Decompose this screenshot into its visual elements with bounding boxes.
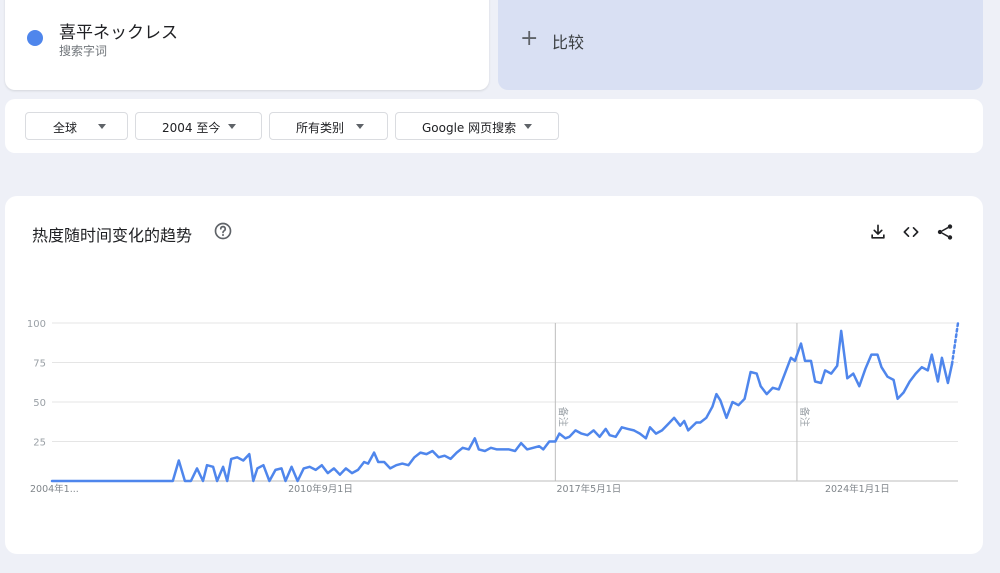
filter-bar: 全球 2004 至今 所有类别 Google 网页搜索	[5, 99, 983, 153]
interest-over-time-card: 热度随时间变化的趋势 100 75 50 25 备注 备注 2004年1... 2010年9月…	[5, 196, 983, 554]
filter-search-type[interactable]: Google 网页搜索	[395, 112, 559, 140]
x-tick-label: 2024年1月1日	[825, 483, 890, 495]
filter-category-label: 所有类别	[296, 121, 345, 135]
search-term-name[interactable]: 喜平ネックレス	[59, 18, 178, 43]
caret-down-icon	[524, 124, 532, 129]
search-term-type: 搜索字词	[59, 44, 108, 58]
x-tick-label: 2010年9月1日	[288, 483, 353, 495]
caret-down-icon	[228, 124, 236, 129]
x-tick-label: 2004年1...	[30, 483, 79, 495]
interest-line-chart: 100 75 50 25 备注 备注 2004年1... 2010年9月1日 2017年5月1日…	[27, 319, 960, 495]
series-color-dot	[27, 30, 43, 46]
caret-down-icon	[98, 124, 106, 129]
series-line	[50, 329, 954, 483]
annotation-label: 备注	[798, 407, 811, 427]
compare-button[interactable]: + 比较	[498, 0, 983, 90]
filter-category[interactable]: 所有类别	[269, 112, 388, 140]
y-tick-label: 25	[33, 438, 46, 449]
filter-region[interactable]: 全球	[25, 112, 128, 140]
compare-label: 比较	[552, 33, 585, 52]
y-tick-label: 100	[27, 319, 46, 330]
annotation-label: 备注	[556, 407, 569, 427]
filter-search-type-label: Google 网页搜索	[422, 121, 517, 135]
filter-region-label: 全球	[53, 121, 78, 135]
search-term-card[interactable]: 喜平ネックレス 搜索字词	[5, 0, 489, 90]
filter-time-range[interactable]: 2004 至今	[135, 112, 262, 140]
x-tick-label: 2017年5月1日	[556, 483, 621, 495]
y-tick-label: 50	[33, 398, 46, 409]
caret-down-icon	[356, 124, 364, 129]
filter-time-range-label: 2004 至今	[162, 121, 221, 135]
y-tick-label: 75	[33, 359, 46, 370]
series-partial-line	[950, 321, 960, 366]
plus-icon: +	[520, 26, 539, 51]
